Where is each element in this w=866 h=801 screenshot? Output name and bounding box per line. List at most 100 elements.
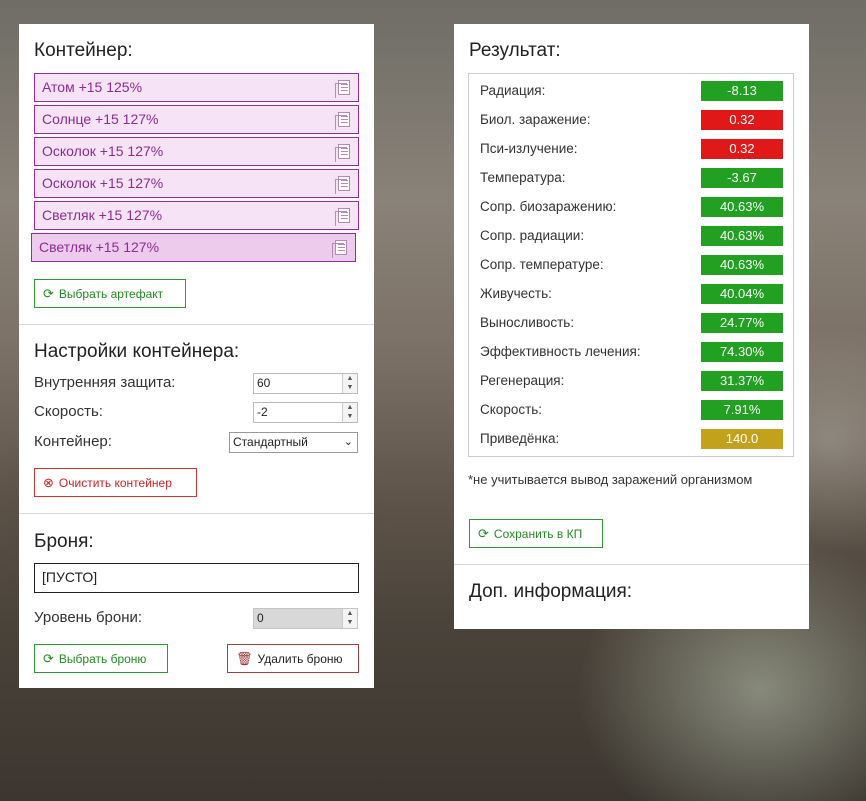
spinner-icon: ▲ ▼ bbox=[342, 609, 357, 628]
result-row: Температура: -3.67 bbox=[480, 168, 783, 188]
spinner-icon[interactable]: ▲ ▼ bbox=[342, 403, 357, 422]
artifact-label: Солнце +15 127% bbox=[42, 111, 159, 127]
armor-title: Броня: bbox=[34, 531, 94, 552]
speed-label: Скорость: bbox=[34, 403, 103, 420]
select-artifact-button[interactable]: ⟳ Выбрать артефакт bbox=[34, 279, 186, 308]
result-value-badge: 0.32 bbox=[701, 110, 783, 130]
document-icon[interactable] bbox=[335, 176, 350, 194]
result-row: Приведёнка: 140.0 bbox=[480, 429, 783, 449]
result-title: Результат: bbox=[469, 40, 561, 61]
armor-value: [ПУСТО] bbox=[42, 569, 98, 585]
result-value-badge: -8.13 bbox=[701, 81, 783, 101]
settings-title: Настройки контейнера: bbox=[34, 341, 240, 362]
inner-protection-value: 60 bbox=[257, 376, 271, 390]
artifact-label: Атом +15 125% bbox=[42, 79, 143, 95]
result-row: Пси-излучение: 0.32 bbox=[480, 139, 783, 159]
clear-container-label: Очистить контейнер bbox=[58, 475, 172, 490]
note-text: *не учитывается вывод заражений организм… bbox=[468, 472, 753, 487]
delete-armor-label: Удалить броню bbox=[257, 651, 343, 666]
result-row: Сопр. температуре: 40.63% bbox=[480, 255, 783, 275]
result-row: Регенерация: 31.37% bbox=[480, 371, 783, 391]
result-table: Радиация: -8.13 Биол. заражение: 0.32 Пси-из… bbox=[468, 73, 794, 457]
artifact-item[interactable]: Осколок +15 127% bbox=[34, 169, 359, 198]
result-label: Сопр. биозаражению: bbox=[480, 199, 617, 214]
armor-level-label: Уровень брони: bbox=[34, 609, 143, 626]
artifact-item[interactable]: Светляк +15 127% bbox=[31, 233, 356, 262]
save-to-kp-label: Сохранить в КП bbox=[493, 526, 583, 541]
result-value-badge: 7.91% bbox=[701, 400, 783, 420]
result-row: Сопр. биозаражению: 40.63% bbox=[480, 197, 783, 217]
armor-field[interactable]: [ПУСТО] bbox=[34, 563, 359, 593]
select-armor-label: Выбрать броню bbox=[58, 651, 147, 666]
artifact-label: Светляк +15 127% bbox=[39, 239, 160, 255]
select-armor-button[interactable]: ⟳ Выбрать броню bbox=[34, 644, 168, 673]
container-panel: Контейнер: Атом +15 125% Солнце +15 127% О… bbox=[19, 24, 374, 688]
refresh-icon: ⟳ bbox=[43, 285, 54, 301]
divider bbox=[19, 324, 374, 325]
document-icon[interactable] bbox=[332, 240, 347, 258]
armor-level-value: 0 bbox=[257, 611, 264, 625]
document-icon[interactable] bbox=[335, 144, 350, 162]
divider bbox=[454, 564, 809, 565]
inner-protection-input[interactable]: 60 ▲ ▼ bbox=[253, 373, 358, 394]
result-value-badge: 31.37% bbox=[701, 371, 783, 391]
container-type-select[interactable]: Стандартный ⌄ bbox=[229, 432, 358, 453]
result-row: Биол. заражение: 0.32 bbox=[480, 110, 783, 130]
artifact-label: Осколок +15 127% bbox=[42, 175, 164, 191]
trash-icon: 🗑 bbox=[236, 650, 253, 666]
artifact-item[interactable]: Атом +15 125% bbox=[34, 73, 359, 102]
artifact-label: Светляк +15 127% bbox=[42, 207, 163, 223]
result-label: Приведёнка: bbox=[480, 431, 560, 446]
clear-container-button[interactable]: ⊗ Очистить контейнер bbox=[34, 468, 197, 497]
result-label: Выносливость: bbox=[480, 315, 575, 330]
container-type-label: Контейнер: bbox=[34, 433, 112, 450]
result-value-badge: 0.32 bbox=[701, 139, 783, 159]
document-icon[interactable] bbox=[335, 112, 350, 130]
result-value-badge: -3.67 bbox=[701, 168, 783, 188]
result-label: Температура: bbox=[480, 170, 566, 185]
divider bbox=[19, 513, 374, 514]
result-panel: Результат: Радиация: -8.13 Биол. заражение… bbox=[454, 24, 809, 629]
result-label: Пси-излучение: bbox=[480, 141, 578, 156]
container-title: Контейнер: bbox=[34, 40, 133, 61]
inner-protection-label: Внутренняя защита: bbox=[34, 374, 176, 391]
spinner-icon[interactable]: ▲ ▼ bbox=[342, 374, 357, 393]
result-label: Скорость: bbox=[480, 402, 543, 417]
cancel-circle-icon: ⊗ bbox=[43, 474, 54, 490]
document-icon[interactable] bbox=[335, 208, 350, 226]
artifact-item[interactable]: Светляк +15 127% bbox=[34, 201, 359, 230]
result-row: Радиация: -8.13 bbox=[480, 81, 783, 101]
result-label: Эффективность лечения: bbox=[480, 344, 641, 359]
result-row: Сопр. радиации: 40.63% bbox=[480, 226, 783, 246]
result-label: Сопр. радиации: bbox=[480, 228, 585, 243]
result-value-badge: 140.0 bbox=[701, 429, 783, 449]
result-label: Биол. заражение: bbox=[480, 112, 591, 127]
result-value-badge: 74.30% bbox=[701, 342, 783, 362]
result-value-badge: 40.63% bbox=[701, 226, 783, 246]
result-value-badge: 24.77% bbox=[701, 313, 783, 333]
save-to-kp-button[interactable]: ⟳ Сохранить в КП bbox=[469, 519, 603, 548]
result-row: Эффективность лечения: 74.30% bbox=[480, 342, 783, 362]
result-row: Выносливость: 24.77% bbox=[480, 313, 783, 333]
result-value-badge: 40.63% bbox=[701, 255, 783, 275]
result-label: Сопр. температуре: bbox=[480, 257, 604, 272]
delete-armor-button[interactable]: 🗑 Удалить броню bbox=[227, 644, 359, 673]
speed-input[interactable]: -2 ▲ ▼ bbox=[253, 402, 358, 423]
result-label: Живучесть: bbox=[480, 286, 552, 301]
chevron-down-icon: ⌄ bbox=[343, 436, 353, 448]
artifact-label: Осколок +15 127% bbox=[42, 143, 164, 159]
speed-value: -2 bbox=[257, 405, 268, 419]
result-value-badge: 40.63% bbox=[701, 197, 783, 217]
select-artifact-label: Выбрать артефакт bbox=[58, 286, 164, 301]
artifact-item[interactable]: Солнце +15 127% bbox=[34, 105, 359, 134]
refresh-icon: ⟳ bbox=[43, 650, 54, 666]
refresh-icon: ⟳ bbox=[478, 525, 489, 541]
extra-info-title: Доп. информация: bbox=[469, 581, 633, 602]
result-row: Скорость: 7.91% bbox=[480, 400, 783, 420]
result-label: Радиация: bbox=[480, 83, 546, 98]
artifact-item[interactable]: Осколок +15 127% bbox=[34, 137, 359, 166]
armor-level-input: 0 ▲ ▼ bbox=[253, 608, 358, 629]
document-icon[interactable] bbox=[335, 80, 350, 98]
result-label: Регенерация: bbox=[480, 373, 565, 388]
result-value-badge: 40.04% bbox=[701, 284, 783, 304]
